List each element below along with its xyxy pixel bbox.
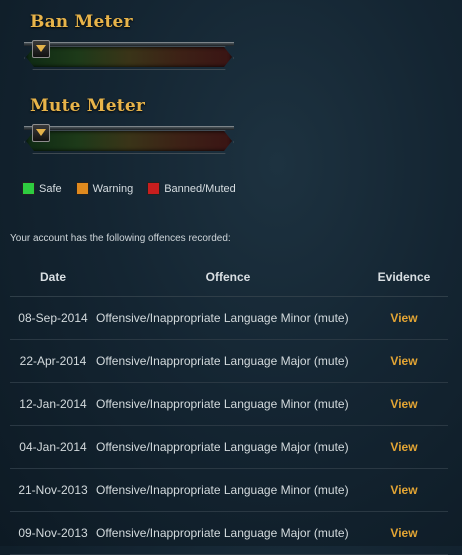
table-row: 09-Nov-2013 Offensive/Inappropriate Lang… (10, 512, 448, 555)
legend-label: Safe (39, 182, 62, 195)
safe-swatch-icon (22, 182, 35, 195)
row-date: 22-Apr-2014 (19, 354, 87, 368)
mute-meter-pointer-icon (32, 124, 50, 142)
view-evidence-link[interactable]: View (390, 440, 417, 454)
row-offence: Offensive/Inappropriate Language Major (… (96, 354, 349, 368)
warning-swatch-icon (75, 182, 89, 195)
row-offence: Offensive/Inappropriate Language Minor (… (96, 483, 349, 497)
ban-meter-title: Ban Meter (30, 12, 133, 32)
row-date: 09-Nov-2013 (18, 526, 88, 540)
legend-item-safe: Safe (22, 182, 62, 195)
header-offence: Offence (205, 270, 251, 284)
legend-item-banned-muted: Banned/Muted (147, 182, 236, 195)
table-row: 12-Jan-2014 Offensive/Inappropriate Lang… (10, 383, 448, 426)
table-row: 04-Jan-2014 Offensive/Inappropriate Lang… (10, 426, 448, 469)
view-evidence-link[interactable]: View (390, 354, 417, 368)
view-evidence-link[interactable]: View (390, 397, 417, 411)
table-header: Date Offence Evidence (10, 258, 448, 297)
mute-meter-title: Mute Meter (30, 96, 146, 116)
offences-table: Date Offence Evidence 08-Sep-2014 Offens… (10, 258, 448, 555)
row-offence: Offensive/Inappropriate Language Major (… (96, 440, 349, 454)
table-row: 21-Nov-2013 Offensive/Inappropriate Lang… (10, 469, 448, 512)
mute-meter-rail (24, 126, 234, 130)
ban-meter-frame (24, 46, 234, 70)
ban-meter (20, 38, 238, 72)
mute-meter-frame (24, 130, 234, 154)
view-evidence-link[interactable]: View (390, 483, 417, 497)
view-evidence-link[interactable]: View (390, 526, 417, 540)
ban-meter-rail (24, 42, 234, 46)
header-date: Date (39, 270, 66, 284)
row-date: 21-Nov-2013 (18, 483, 88, 497)
row-date: 04-Jan-2014 (19, 440, 87, 454)
ban-meter-pointer-icon (32, 40, 50, 58)
row-offence: Offensive/Inappropriate Language Minor (… (96, 397, 349, 411)
legend-item-warning: Warning (75, 182, 134, 195)
row-date: 08-Sep-2014 (18, 311, 88, 325)
banned-swatch-icon (147, 182, 161, 195)
legend-label: Banned/Muted (164, 182, 236, 195)
legend-label: Warning (92, 182, 134, 195)
view-evidence-link[interactable]: View (390, 311, 417, 325)
row-offence: Offensive/Inappropriate Language Major (… (96, 526, 349, 540)
legend: Safe Warning Banned/Muted (22, 182, 236, 195)
header-evidence: Evidence (377, 270, 431, 284)
offences-intro-text: Your account has the following offences … (10, 233, 231, 244)
row-date: 12-Jan-2014 (19, 397, 87, 411)
mute-meter (20, 122, 238, 156)
row-offence: Offensive/Inappropriate Language Minor (… (96, 311, 349, 325)
table-row: 22-Apr-2014 Offensive/Inappropriate Lang… (10, 340, 448, 383)
table-row: 08-Sep-2014 Offensive/Inappropriate Lang… (10, 297, 448, 340)
